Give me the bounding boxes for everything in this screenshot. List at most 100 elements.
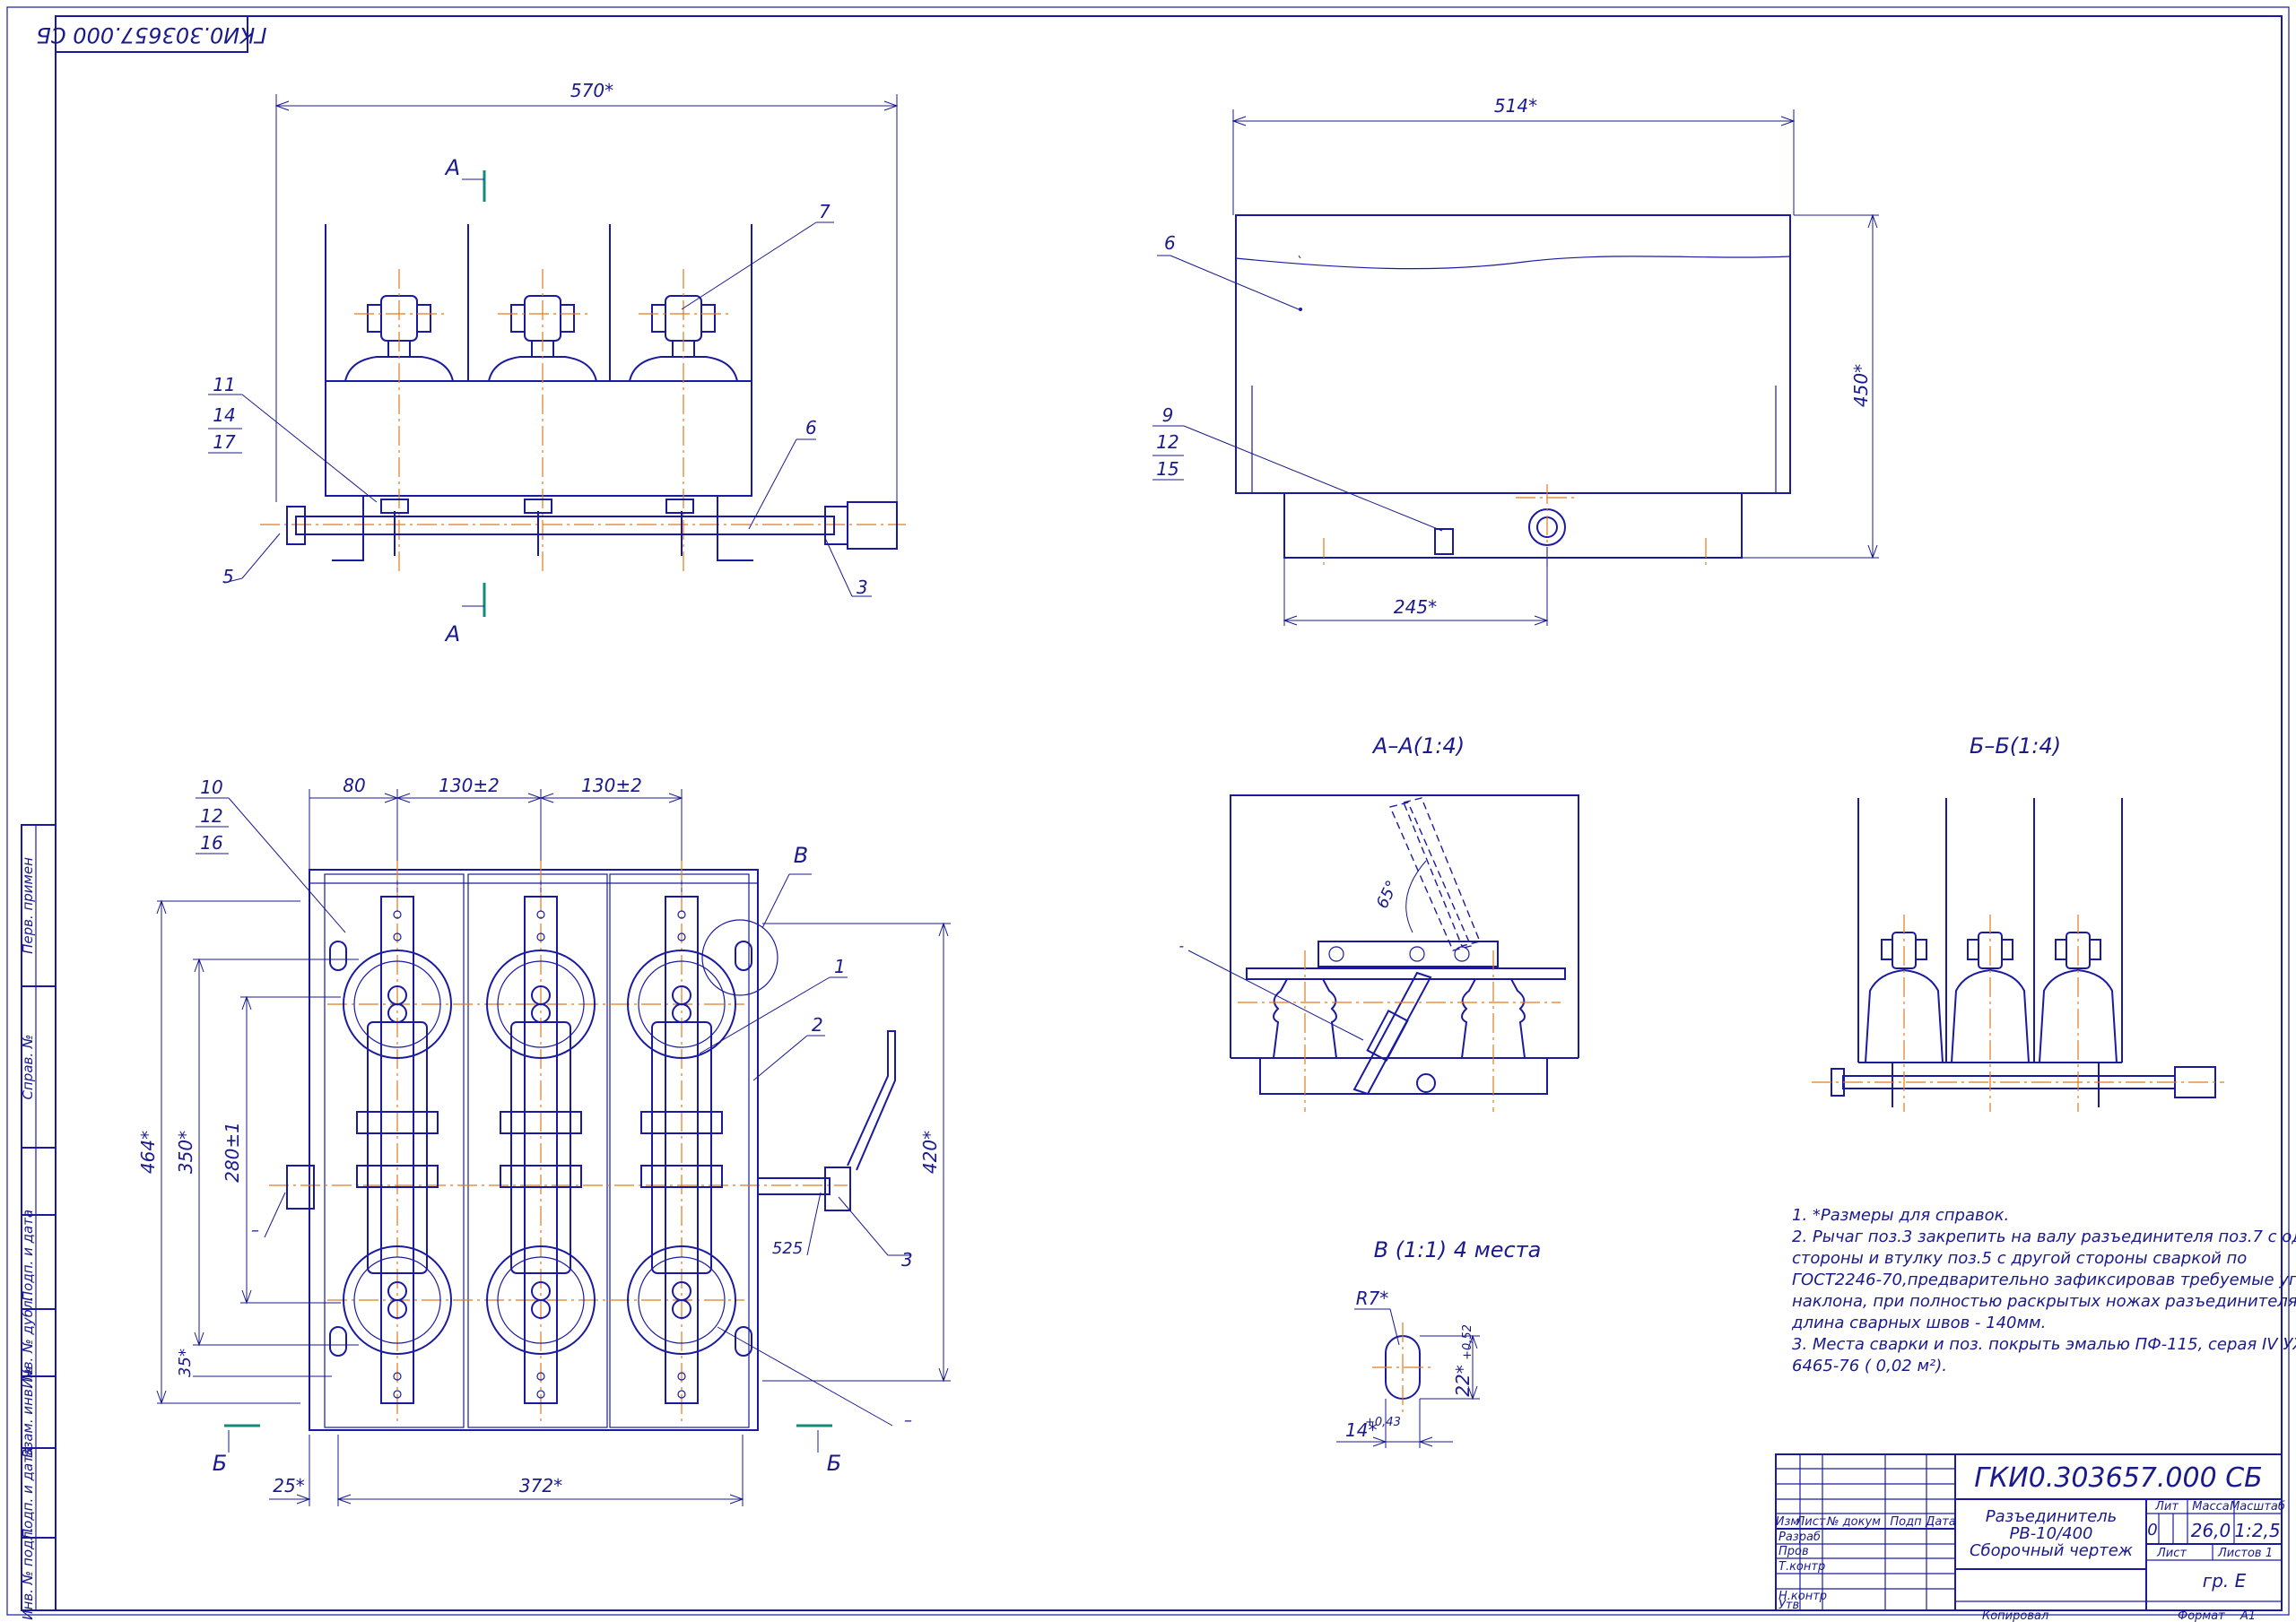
plan-dim-464: 464* xyxy=(137,1131,159,1174)
plan-dim-25: 25* xyxy=(273,1475,304,1496)
note-line-1: 1. *Размеры для справок. xyxy=(1792,1206,2009,1225)
side-strip-label-7: Инв. № подл. xyxy=(20,1527,36,1619)
svg-text:-: - xyxy=(1179,938,1184,954)
section-mark-a-bottom: A xyxy=(444,621,460,646)
tb-name-3: Сборочный чертеж xyxy=(1970,1541,2134,1560)
side-strip-label-1: Перв. примен xyxy=(20,857,36,954)
tb-col-list: Лист xyxy=(1796,1515,1826,1529)
plan-callout-dash-right: – xyxy=(904,1411,912,1430)
plan-callout-16: 16 xyxy=(200,832,222,854)
side-callout-stack: 9 12 15 xyxy=(1152,404,1443,532)
side-strip-label-3: Подп. и дата xyxy=(20,1210,36,1301)
code-stamp-text: ГКИ0.303657.000 СБ xyxy=(36,22,266,48)
side-strip-label-5: Взам. инв. № xyxy=(20,1366,36,1458)
tb-col-doc: № докум xyxy=(1826,1515,1881,1529)
tb-lit-value: 0 xyxy=(2147,1521,2157,1540)
plan-view: 80 130±2 130±2 B 464* 350* 280±1 420* 35… xyxy=(137,775,951,1506)
tb-format-value: А1 xyxy=(2239,1609,2256,1622)
plan-dim-280: 280±1 xyxy=(222,1122,243,1183)
detail-b-radius: R7* xyxy=(1356,1288,1389,1309)
tb-mass-value: 26,0 xyxy=(2191,1520,2231,1541)
plan-dim-35: 35* xyxy=(176,1349,195,1377)
front-callout-11: 11 xyxy=(213,374,235,395)
note-line-5: наклона, при полностью раскрытых ножах р… xyxy=(1792,1292,2296,1311)
section-aa: А–А(1:4) 65° - xyxy=(1179,733,1579,1112)
section-mark-b-left: Б xyxy=(213,1451,227,1476)
plan-detail-letter: B xyxy=(794,843,808,868)
section-aa-title: А–А(1:4) xyxy=(1371,733,1465,759)
plan-callout-10: 10 xyxy=(200,776,222,798)
plan-dim-525: 525 xyxy=(772,1239,803,1258)
section-mark-b-right: Б xyxy=(827,1451,841,1476)
side-callout-12: 12 xyxy=(1156,431,1178,453)
plan-dim-350: 350* xyxy=(175,1131,196,1174)
note-line-7: 3. Места сварки и поз. покрыть эмалью ПФ… xyxy=(1792,1335,2296,1354)
section-mark-a-top: A xyxy=(444,155,460,180)
assembly-drawing: ГКИ0.303657.000 СБ Перв. примен Справ. №… xyxy=(6,6,2296,1622)
tb-sheets-value: 1 xyxy=(2266,1547,2273,1560)
plan-dim-420: 420* xyxy=(919,1131,941,1174)
side-dim-width: 514* xyxy=(1494,95,1537,117)
tb-role-razrab: Разраб xyxy=(1779,1531,1821,1544)
section-bb-title: Б–Б(1:4) xyxy=(1970,733,2061,759)
tb-code: ГКИ0.303657.000 СБ xyxy=(1974,1462,2262,1494)
front-callout-7: 7 xyxy=(819,201,831,222)
side-view: 514* 450* 245* 6 9 12 15 xyxy=(1152,95,1879,626)
tb-sheet-label: Лист xyxy=(2156,1547,2187,1560)
detail-b-title: В (1:1) 4 места xyxy=(1374,1237,1542,1262)
front-callout-14: 14 xyxy=(213,404,235,426)
note-line-3: стороны и втулку поз.5 с другой стороны … xyxy=(1792,1249,2247,1268)
plan-dim-80: 80 xyxy=(343,775,365,796)
side-dim-offset: 245* xyxy=(1394,596,1437,618)
tb-sheets-label: Листов xyxy=(2217,1547,2262,1560)
plan-callout-3: 3 xyxy=(901,1249,913,1271)
section-bb: Б–Б(1:4) xyxy=(1812,733,2224,1112)
tb-mass-label: Масса xyxy=(2192,1500,2229,1514)
front-callout-17: 17 xyxy=(213,431,236,453)
front-callout-stack: 11 14 17 xyxy=(208,374,378,503)
plan-dim-130-b: 130±2 xyxy=(581,775,642,796)
front-dim-width: 570* xyxy=(570,80,613,101)
front-callout-5: 5 xyxy=(222,566,234,587)
side-callout-15: 15 xyxy=(1156,458,1178,480)
tb-scale-value: 1:2,5 xyxy=(2234,1520,2280,1541)
detail-b-width-tol: +0,43 xyxy=(1365,1416,1401,1429)
plan-callout-12: 12 xyxy=(200,805,222,827)
side-strip: Перв. примен Справ. № Подп. и дата Инв. … xyxy=(20,824,57,1620)
side-callout-6: 6 xyxy=(1164,232,1176,254)
plan-dim-372: 372* xyxy=(519,1475,562,1496)
note-line-4: ГОСТ2246-70,предварительно зафиксировав … xyxy=(1792,1271,2296,1289)
tb-name-2: РВ-10/400 xyxy=(2009,1524,2092,1543)
side-strip-label-2: Справ. № xyxy=(20,1035,36,1100)
tb-role-tkontr: Т.контр xyxy=(1779,1560,1825,1574)
tb-lit-label: Лит xyxy=(2154,1500,2179,1514)
technical-notes: 1. *Размеры для справок. 2. Рычаг поз.3 … xyxy=(1791,1206,2296,1375)
front-callout-6: 6 xyxy=(805,417,817,438)
plan-callout-1: 1 xyxy=(834,956,846,977)
front-view: 570* A A 7 6 5 3 11 14 17 xyxy=(208,80,906,646)
plan-dim-130-a: 130±2 xyxy=(439,775,500,796)
title-block: Изм Лист № докум Подп Дата Разраб Пров Т… xyxy=(1775,1453,2285,1612)
tb-copied: Копировал xyxy=(1982,1609,2048,1622)
detail-b-height: 22* xyxy=(1452,1365,1474,1396)
front-callout-3: 3 xyxy=(857,577,868,598)
note-line-6: длина сварных швов - 140мм. xyxy=(1791,1314,2046,1332)
plan-callout-dash-left: – xyxy=(251,1221,259,1240)
note-line-2: 2. Рычаг поз.3 закрепить на валу разъеди… xyxy=(1792,1227,2296,1246)
tb-col-date: Дата xyxy=(1925,1515,1956,1529)
plan-callout-2: 2 xyxy=(812,1014,823,1036)
side-dim-height: 450* xyxy=(1850,364,1872,407)
tb-scale-label: Масштаб xyxy=(2230,1500,2285,1514)
tb-role-prov: Пров xyxy=(1779,1545,1809,1558)
tb-role-utv: Утв xyxy=(1779,1599,1799,1612)
section-aa-angle: 65° xyxy=(1373,878,1403,912)
code-stamp: ГКИ0.303657.000 СБ xyxy=(36,15,267,53)
tb-col-sign: Подп xyxy=(1890,1515,1922,1529)
plan-callout-stack: 10 12 16 xyxy=(196,776,346,933)
side-strip-label-6: Подп. и дата xyxy=(20,1447,36,1539)
note-line-8: 6465-76 ( 0,02 м²). xyxy=(1792,1357,1947,1375)
detail-b-height-tol: +0,52 xyxy=(1461,1324,1474,1360)
detail-b: В (1:1) 4 места R7* 22* +0,52 14* +0,43 xyxy=(1336,1237,1541,1448)
tb-name-1: Разъединитель xyxy=(1986,1507,2118,1526)
tb-format-label: Формат xyxy=(2178,1609,2225,1622)
